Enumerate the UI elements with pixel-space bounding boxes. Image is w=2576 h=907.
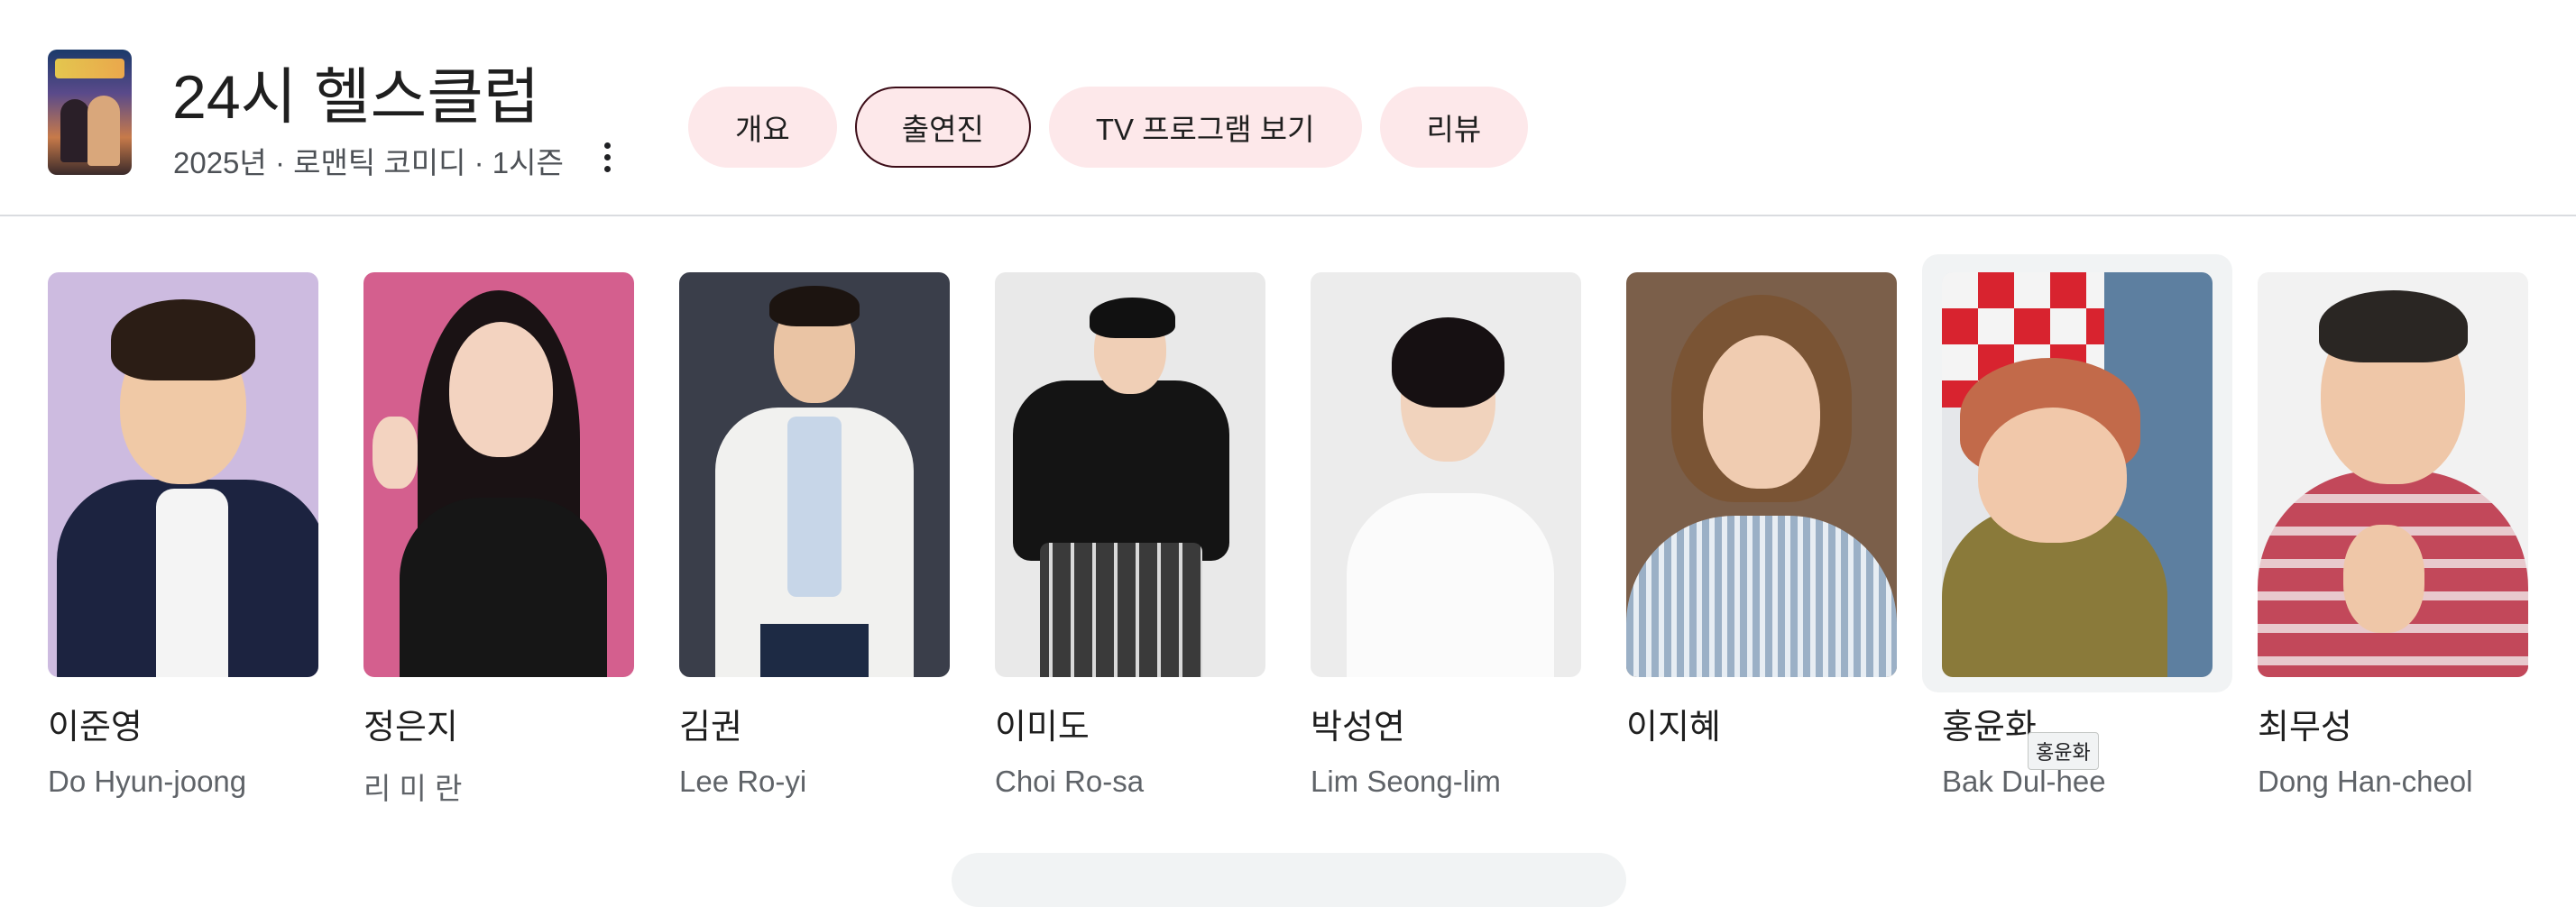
- cast-card[interactable]: 김권 Lee Ro-yi: [679, 272, 950, 799]
- cast-name: 이미도: [995, 709, 1090, 747]
- cast-card[interactable]: 홍윤화 Bak Dul-hee: [1922, 254, 2232, 798]
- cast-carousel: 이준영 Do Hyun-joong 정은지 리 미 란 김권 Lee Ro-yi: [0, 216, 2576, 876]
- hover-tooltip: 홍윤화: [2028, 732, 2099, 770]
- show-title: 24시 헬스클럽: [172, 63, 540, 132]
- cast-role: Lim Seong-lim: [1311, 765, 1501, 798]
- cast-photo: [1311, 272, 1581, 677]
- cast-card[interactable]: 이지혜: [1626, 272, 1897, 765]
- cast-card[interactable]: 최무성 Dong Han-cheol: [2258, 272, 2528, 799]
- cast-name: 최무성: [2258, 709, 2352, 747]
- cast-photo: [1626, 272, 1897, 677]
- cast-photo: [2258, 272, 2528, 677]
- cast-name: 박성연: [1311, 709, 1405, 747]
- cast-role: Choi Ro-sa: [995, 765, 1145, 798]
- tab-bar: 개요 출연진 TV 프로그램 보기 리뷰: [688, 87, 1529, 168]
- cast-card[interactable]: 이준영 Do Hyun-joong: [48, 272, 318, 799]
- show-subtitle: 2025년 · 로맨틱 코미디 · 1시즌: [173, 146, 564, 179]
- cast-photo: [995, 272, 1265, 677]
- show-poster-thumbnail[interactable]: [48, 50, 132, 175]
- cast-photo: [363, 272, 634, 677]
- cast-photo: [48, 272, 318, 677]
- cast-photo: [1942, 272, 2213, 677]
- cast-role: Do Hyun-joong: [48, 765, 247, 798]
- cast-card[interactable]: 박성연 Lim Seong-lim: [1311, 272, 1581, 799]
- cast-role: Lee Ro-yi: [679, 765, 807, 798]
- cast-role: Dong Han-cheol: [2258, 765, 2473, 798]
- cast-name: 이준영: [48, 709, 143, 747]
- cast-name: 정은지: [363, 709, 458, 747]
- more-options-icon[interactable]: [591, 137, 623, 177]
- cast-card[interactable]: 이미도 Choi Ro-sa: [995, 272, 1265, 799]
- tab-watch-tv[interactable]: TV 프로그램 보기: [1048, 87, 1362, 168]
- tab-cast[interactable]: 출연진: [854, 87, 1031, 168]
- show-header: 24시 헬스클럽 2025년 · 로맨틱 코미디 · 1시즌 개요 출연진 TV…: [0, 0, 2576, 216]
- poster-title-art: [55, 59, 124, 78]
- show-more-button[interactable]: [952, 853, 1626, 907]
- cast-card[interactable]: 정은지 리 미 란: [363, 272, 634, 808]
- tab-reviews[interactable]: 리뷰: [1379, 87, 1529, 168]
- poster-figure: [60, 99, 89, 162]
- cast-role: 리 미 란: [363, 772, 463, 805]
- cast-name: 이지혜: [1626, 709, 1721, 747]
- cast-photo: [679, 272, 950, 677]
- tab-overview[interactable]: 개요: [688, 87, 837, 168]
- cast-name: 김권: [679, 709, 742, 747]
- poster-figure: [87, 96, 120, 166]
